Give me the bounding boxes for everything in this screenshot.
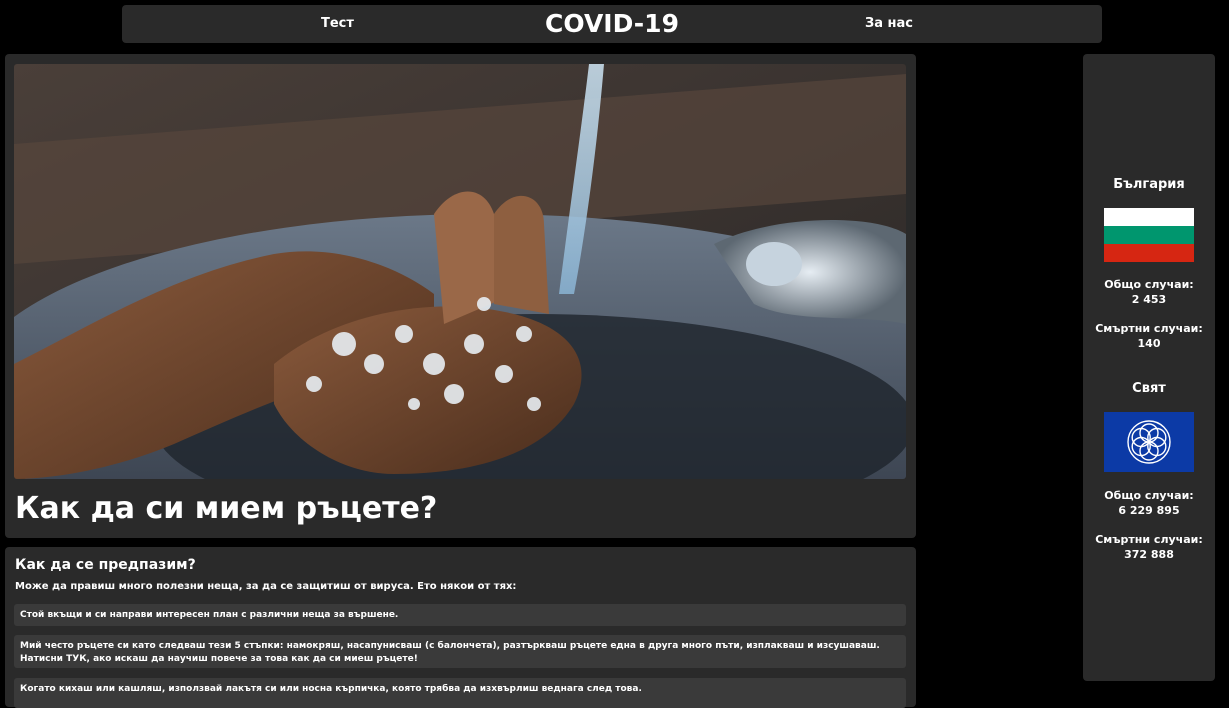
prevention-title: Как да се предпазим? bbox=[15, 557, 196, 573]
hand-washing-illustration bbox=[14, 64, 906, 479]
world-heading: Свят bbox=[1132, 381, 1166, 396]
prevention-card: Как да се предпазим? Може да правиш мног… bbox=[5, 547, 916, 708]
bulgaria-deaths-value: 140 bbox=[1137, 337, 1161, 350]
world-deaths-value: 372 888 bbox=[1124, 548, 1174, 561]
bulgaria-deaths-label: Смъртни случаи: bbox=[1095, 322, 1203, 335]
bulgaria-flag-icon bbox=[1104, 208, 1194, 268]
hand-washing-image bbox=[14, 64, 906, 479]
world-deaths-label: Смъртни случаи: bbox=[1095, 533, 1203, 546]
tip-item: Когато кихаш или кашляш, използвай лакът… bbox=[14, 678, 906, 708]
bulgaria-total-label: Общо случаи: bbox=[1104, 278, 1194, 291]
world-total-value: 6 229 895 bbox=[1118, 504, 1180, 517]
top-navigation-bar: Тест COVID-19 За нас bbox=[122, 0, 1102, 43]
nav-link-about[interactable]: За нас bbox=[865, 16, 913, 31]
brand-accent bbox=[660, 0, 810, 5]
brand-logo-text[interactable]: COVID-19 bbox=[122, 9, 1102, 38]
hero-title: Как да си мием ръцете? bbox=[15, 491, 438, 526]
world-total-label: Общо случаи: bbox=[1104, 489, 1194, 502]
tip-item: Стой вкъщи и си направи интересен план с… bbox=[14, 604, 906, 626]
prevention-intro: Може да правиш много полезни неща, за да… bbox=[15, 581, 517, 592]
bulgaria-heading: България bbox=[1113, 177, 1185, 192]
hero-card: Как да си мием ръцете? bbox=[5, 54, 916, 538]
stats-sidebar: България Общо случаи: 2 453 Смъртни случ… bbox=[1083, 54, 1215, 681]
world-flag-icon bbox=[1104, 412, 1194, 472]
tip-item[interactable]: Мий често ръцете си като следваш тези 5 … bbox=[14, 635, 906, 668]
bulgaria-total-value: 2 453 bbox=[1131, 293, 1167, 306]
